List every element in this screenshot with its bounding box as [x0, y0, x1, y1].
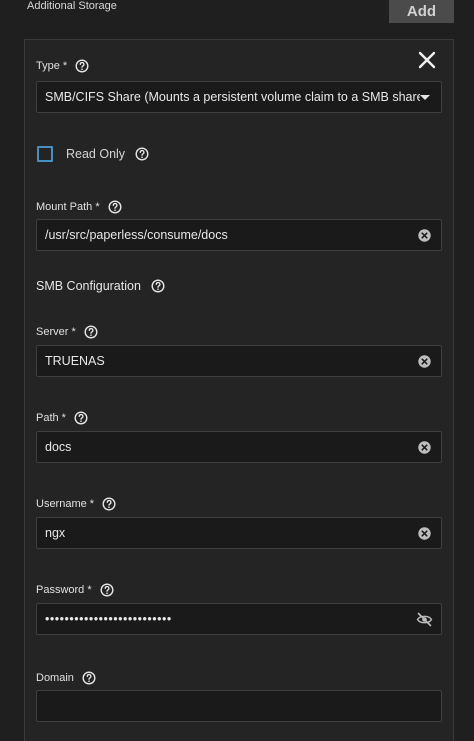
path-input[interactable] [37, 432, 418, 462]
visibility-off-icon[interactable] [416, 612, 433, 627]
close-icon[interactable] [417, 50, 437, 70]
domain-field[interactable] [36, 690, 442, 722]
add-button[interactable]: Add [389, 0, 454, 23]
help-icon[interactable] [102, 497, 116, 511]
clear-icon[interactable] [418, 354, 431, 368]
password-label: Password * [36, 583, 114, 597]
server-input[interactable] [37, 346, 418, 376]
clear-icon[interactable] [418, 228, 431, 242]
server-field[interactable] [36, 345, 442, 377]
storage-item-card [24, 39, 454, 741]
username-label: Username * [36, 497, 116, 511]
help-icon[interactable] [84, 325, 98, 339]
password-input[interactable] [37, 604, 416, 634]
help-icon[interactable] [100, 583, 114, 597]
mount-path-label: Mount Path * [36, 200, 122, 214]
password-field[interactable] [36, 603, 442, 635]
help-icon[interactable] [74, 411, 88, 425]
dropdown-caret-icon[interactable] [420, 94, 430, 100]
mount-path-field[interactable] [36, 219, 442, 251]
path-field[interactable] [36, 431, 442, 463]
read-only-checkbox[interactable] [37, 146, 53, 162]
username-input[interactable] [37, 518, 418, 548]
help-icon[interactable] [82, 671, 96, 685]
domain-input[interactable] [37, 691, 441, 721]
domain-label: Domain [36, 671, 96, 685]
username-field[interactable] [36, 517, 442, 549]
type-label: Type * [36, 59, 89, 73]
type-select[interactable]: SMB/CIFS Share (Mounts a persistent volu… [36, 81, 442, 113]
help-icon[interactable] [151, 279, 165, 293]
help-icon[interactable] [75, 59, 89, 73]
mount-path-input[interactable] [37, 220, 418, 250]
type-select-value: SMB/CIFS Share (Mounts a persistent volu… [45, 90, 420, 104]
help-icon[interactable] [108, 200, 122, 214]
help-icon[interactable] [135, 147, 149, 161]
server-label: Server * [36, 325, 98, 339]
section-title: Additional Storage [27, 0, 117, 12]
clear-icon[interactable] [418, 440, 431, 454]
clear-icon[interactable] [418, 526, 431, 540]
smb-configuration-title: SMB Configuration [36, 279, 165, 293]
path-label: Path * [36, 411, 88, 425]
read-only-label: Read Only [66, 147, 149, 161]
